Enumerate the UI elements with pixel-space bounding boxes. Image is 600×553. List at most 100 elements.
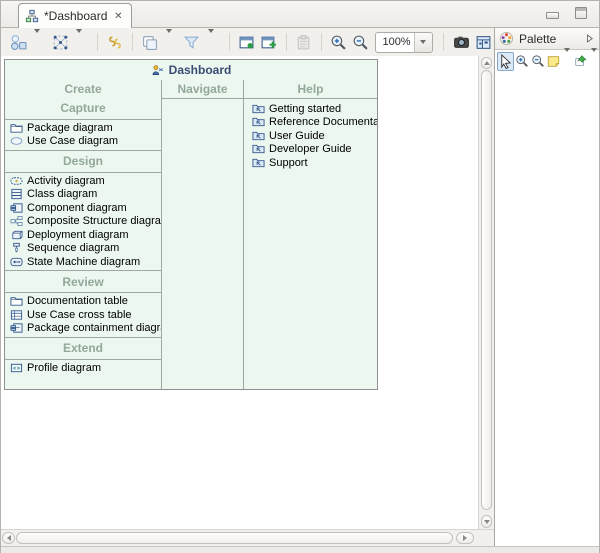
- chevron-down-icon[interactable]: [562, 49, 572, 73]
- vertical-scrollbar[interactable]: [478, 56, 494, 529]
- dashboard-item-component-diagram[interactable]: Component diagram: [5, 201, 161, 215]
- item-label: Component diagram: [27, 202, 127, 214]
- divider: [97, 33, 98, 51]
- helptopic-icon: [252, 103, 265, 115]
- dashboard-item-documentation-table[interactable]: Documentation table: [5, 295, 161, 309]
- view-buttons: [546, 7, 587, 19]
- tab-strip: *Dashboard: [1, 1, 599, 28]
- palette-title: Palette: [519, 32, 579, 46]
- scroll-up-button[interactable]: [481, 57, 492, 69]
- chevron-down-icon[interactable]: [161, 29, 177, 55]
- maximize-icon[interactable]: [575, 7, 587, 19]
- scroll-right-button[interactable]: [456, 532, 474, 544]
- zoom-level-value: 100%: [376, 33, 413, 52]
- zoom-in-icon: [515, 54, 529, 68]
- collapse-arrow-icon[interactable]: [584, 33, 595, 44]
- palette-header[interactable]: Palette: [495, 28, 599, 50]
- deployment-icon: [10, 229, 23, 241]
- usecase-icon: [10, 135, 23, 147]
- item-label: Getting started: [269, 103, 341, 115]
- dashboard-item-state-machine-diagram[interactable]: State Machine diagram: [5, 255, 161, 269]
- note-tool[interactable]: [546, 52, 561, 71]
- chevron-down-icon[interactable]: [71, 29, 87, 55]
- select-tool[interactable]: [497, 52, 514, 71]
- capture-header: Capture: [5, 99, 161, 117]
- item-label: Reference Documentation: [269, 116, 377, 128]
- link-button[interactable]: [104, 31, 126, 53]
- item-label: Deployment diagram: [27, 229, 129, 241]
- dashboard-item-package-diagram[interactable]: Package diagram: [5, 121, 161, 135]
- dashboard-item-profile-diagram[interactable]: «» Profile diagram: [5, 361, 161, 375]
- item-label: Package diagram: [27, 122, 113, 134]
- palette-zoom-in-tool[interactable]: [515, 52, 530, 71]
- overview-button[interactable]: [472, 31, 494, 53]
- helptopic-icon: [252, 130, 265, 142]
- item-label: Package containment diagram: [27, 322, 162, 334]
- scroll-down-button[interactable]: [481, 515, 492, 528]
- divider: [5, 172, 161, 173]
- tab-dashboard[interactable]: *Dashboard: [18, 3, 132, 28]
- close-icon[interactable]: [112, 11, 124, 22]
- item-label: Sequence diagram: [27, 242, 119, 254]
- paste-icon: [295, 34, 312, 51]
- help-item-reference-documentation[interactable]: Reference Documentation: [244, 116, 377, 130]
- zoom-out-icon: [352, 34, 369, 51]
- scroll-left-button[interactable]: [2, 532, 15, 544]
- pin-icon: [573, 54, 588, 68]
- layout-button[interactable]: [7, 31, 29, 53]
- palette-tools: [495, 50, 599, 72]
- horizontal-scroll-thumb[interactable]: [16, 532, 453, 544]
- dashboard-item-use-case-diagram[interactable]: Use Case diagram: [5, 135, 161, 149]
- dashboard-item-package-containment-diagram[interactable]: Package containment diagram: [5, 322, 161, 336]
- composite-icon: [10, 215, 23, 227]
- dashboard-item-sequence-diagram[interactable]: Sequence diagram: [5, 242, 161, 256]
- new-window-button[interactable]: [258, 31, 280, 53]
- dashboard-item-use-case-cross-table[interactable]: Use Case cross table: [5, 308, 161, 322]
- minimize-icon[interactable]: [546, 12, 559, 19]
- sequence-icon: [10, 242, 23, 254]
- filter-button[interactable]: [181, 31, 203, 53]
- navigate-header: Navigate: [162, 80, 243, 99]
- diagram-tab-icon: [25, 9, 39, 23]
- chevron-down-icon[interactable]: [589, 49, 599, 73]
- item-label: Use Case diagram: [27, 135, 118, 147]
- zoom-in-button[interactable]: [327, 31, 349, 53]
- statemachine-icon: [10, 256, 23, 268]
- class-icon: [10, 188, 23, 200]
- zoom-dropdown-button[interactable]: [414, 33, 432, 52]
- select-graph-button[interactable]: [49, 31, 71, 53]
- palette-zoom-out-tool[interactable]: [531, 52, 546, 71]
- help-column: Help Getting started Reference Documenta…: [244, 80, 377, 389]
- camera-icon: [453, 34, 470, 51]
- snapshot-window-icon: [238, 34, 255, 51]
- note-icon: [546, 54, 561, 68]
- zoom-out-icon: [531, 54, 545, 68]
- horizontal-scrollbar[interactable]: [1, 529, 494, 546]
- divider: [229, 33, 230, 51]
- palette-panel: Palette: [494, 28, 599, 546]
- status-bar: [1, 546, 599, 553]
- dashboard-item-class-diagram[interactable]: Class diagram: [5, 188, 161, 202]
- folder-icon: [10, 122, 23, 134]
- new-window-icon: [260, 34, 277, 51]
- help-item-developer-guide[interactable]: Developer Guide: [244, 143, 377, 157]
- zoom-out-button[interactable]: [349, 31, 371, 53]
- help-item-user-guide[interactable]: User Guide: [244, 129, 377, 143]
- zoom-level-combo[interactable]: 100%: [375, 32, 433, 53]
- pin-tool[interactable]: [573, 52, 588, 71]
- help-item-support[interactable]: Support: [244, 156, 377, 170]
- chevron-down-icon[interactable]: [29, 29, 45, 55]
- camera-button[interactable]: [450, 31, 472, 53]
- component-icon: [10, 202, 23, 214]
- dashboard-item-activity-diagram[interactable]: Activity diagram: [5, 174, 161, 188]
- chevron-down-icon[interactable]: [203, 29, 219, 55]
- dashboard-item-composite-structure-diagram[interactable]: Composite Structure diagram: [5, 215, 161, 229]
- item-label: Use Case cross table: [27, 309, 132, 321]
- snapshot-window-button[interactable]: [236, 31, 258, 53]
- help-item-getting-started[interactable]: Getting started: [244, 102, 377, 116]
- dashboard-title: Dashboard: [169, 63, 232, 77]
- dashboard-item-deployment-diagram[interactable]: Deployment diagram: [5, 228, 161, 242]
- divider: [5, 150, 161, 151]
- copy-appearance-button[interactable]: [139, 31, 161, 53]
- vertical-scroll-thumb[interactable]: [481, 70, 492, 510]
